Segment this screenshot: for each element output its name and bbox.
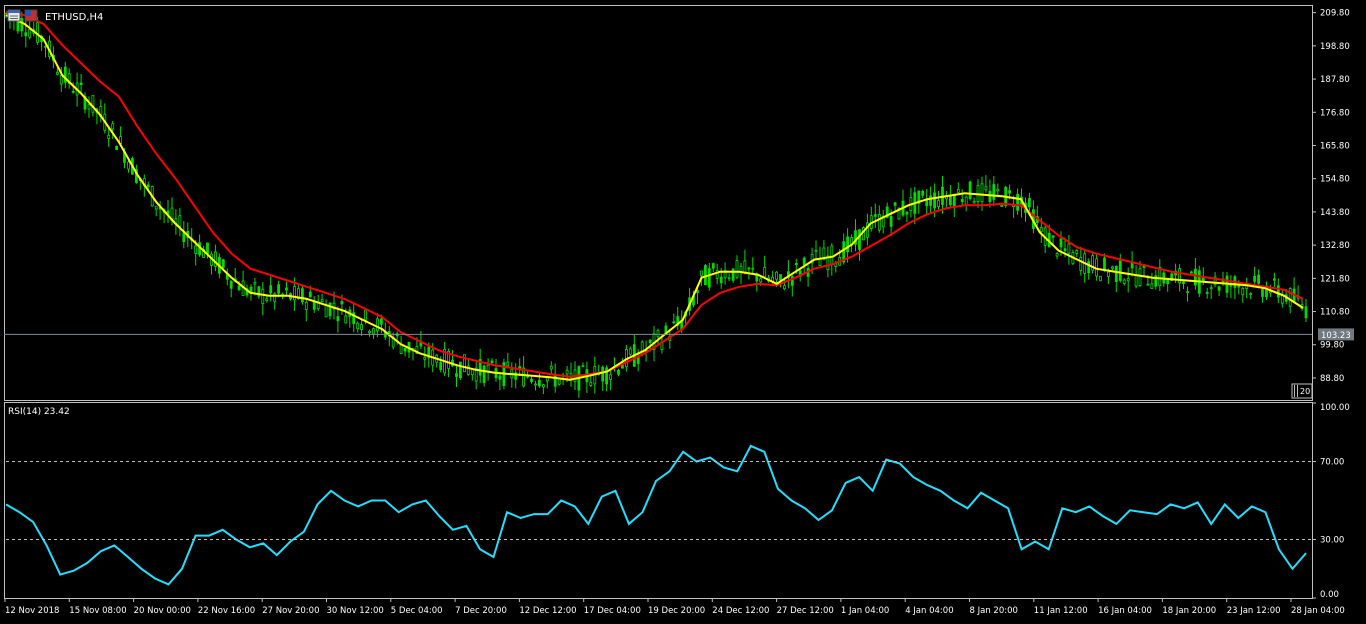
time-tick-label: 18 Jan 20:00 [1162, 606, 1216, 616]
rsi-tick-label: 30.00 [1320, 536, 1344, 546]
time-tick-label: 30 Nov 12:00 [327, 606, 384, 616]
time-tick-label: 28 Jan 04:00 [1291, 606, 1345, 616]
time-tick-label: 27 Dec 12:00 [777, 606, 834, 616]
time-tick-label: 24 Dec 12:00 [712, 606, 769, 616]
candle [704, 264, 707, 286]
rsi-tick-label: 100.00 [1320, 403, 1350, 413]
price-tick-label: 165.80 [1320, 141, 1350, 151]
trading-chart-window[interactable]: 209.80 198.80 187.80 176.80 165.80 154.80 143.… [0, 0, 1366, 620]
time-tick-label: 12 Dec 12:00 [519, 606, 576, 616]
symbol-flag-icon [24, 9, 38, 22]
price-tick-label: 154.80 [1320, 175, 1350, 185]
time-tick-label: 17 Dec 04:00 [584, 606, 641, 616]
time-tick-label: 11 Jan 12:00 [1034, 606, 1088, 616]
price-tick-label: 88.80 [1320, 374, 1344, 384]
candle [1091, 253, 1094, 274]
price-tick-label: 132.80 [1320, 241, 1350, 251]
price-tick-label: 209.80 [1320, 9, 1350, 19]
time-tick-label: 4 Jan 04:00 [905, 606, 953, 616]
price-tick-label: 110.80 [1320, 308, 1350, 318]
chart-window-icon[interactable] [7, 9, 21, 22]
time-tick-label: 20 Nov 00:00 [134, 606, 191, 616]
candle [115, 145, 118, 150]
time-tick-label: 1 Jan 04:00 [841, 606, 889, 616]
rsi-title: RSI(14) 23.42 [8, 407, 70, 417]
time-tick-label: 23 Jan 12:00 [1227, 606, 1281, 616]
price-tick-label: 143.80 [1320, 208, 1350, 218]
time-tick-label: 15 Nov 08:00 [69, 606, 126, 616]
candle [458, 361, 462, 380]
current-price-label: 103.23 [1321, 331, 1351, 341]
candle [968, 180, 972, 201]
chart-canvas[interactable]: 209.80 198.80 187.80 176.80 165.80 154.80 143.… [0, 0, 1366, 620]
price-tick-label: 121.80 [1320, 274, 1350, 284]
scroll-position-marker[interactable]: 20 [1291, 383, 1313, 399]
time-tick-label: 16 Jan 04:00 [1098, 606, 1152, 616]
candle [1099, 275, 1102, 282]
scroll-marker-label: 20 [1300, 387, 1310, 396]
chart-symbol-label: ETHUSD,H4 [45, 12, 103, 23]
price-tick-label: 99.80 [1320, 341, 1344, 351]
time-tick-label: 27 Nov 20:00 [262, 606, 319, 616]
price-tick-label: 187.80 [1320, 75, 1350, 85]
candle [300, 285, 304, 305]
price-tick-label: 198.80 [1320, 42, 1350, 52]
price-tick-label: 176.80 [1320, 108, 1350, 118]
rsi-tick-label: 70.00 [1320, 458, 1344, 468]
time-tick-label: 5 Dec 04:00 [391, 606, 443, 616]
time-tick-label: 8 Jan 20:00 [970, 606, 1018, 616]
time-tick-label: 22 Nov 16:00 [198, 606, 255, 616]
time-tick-label: 19 Dec 20:00 [648, 606, 705, 616]
time-tick-label: 7 Dec 20:00 [455, 606, 507, 616]
chart-background [0, 0, 1366, 620]
time-tick-label: 12 Nov 2018 [5, 606, 59, 616]
rsi-tick-label: 0.00 [1320, 590, 1339, 600]
